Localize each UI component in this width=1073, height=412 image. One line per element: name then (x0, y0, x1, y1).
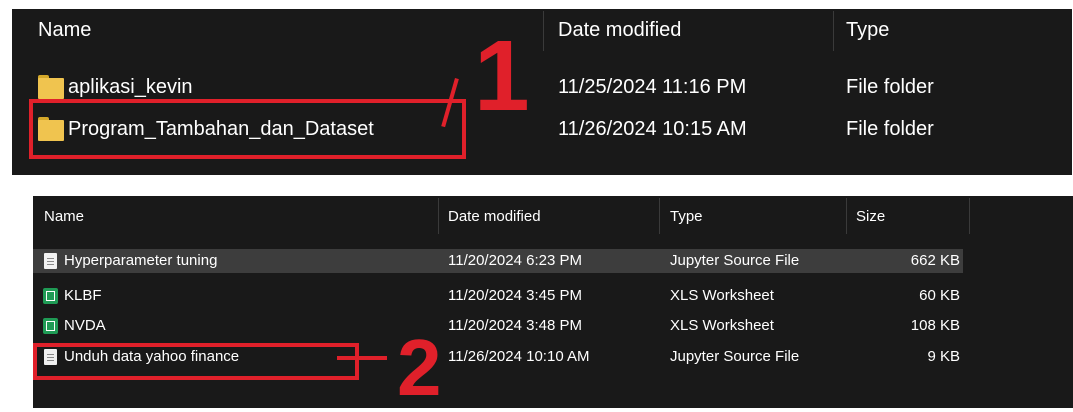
annotation-number-1: 1 (474, 20, 530, 132)
file-date: 11/26/2024 10:15 AM (558, 118, 747, 140)
file-date: 11/20/2024 3:48 PM (448, 317, 582, 334)
file-date: 11/20/2024 6:23 PM (448, 252, 582, 269)
file-size: 60 KB (919, 287, 960, 304)
annotation-box-file (33, 343, 359, 380)
annotation-box-folder (29, 99, 466, 159)
column-header-date[interactable]: Date modified (448, 208, 541, 225)
xls-icon (43, 318, 58, 334)
column-header-name[interactable]: Name (38, 19, 91, 42)
file-icon (44, 253, 57, 269)
list-item[interactable]: KLBF 11/20/2024 3:45 PM XLS Worksheet 60… (33, 284, 963, 308)
file-date: 11/25/2024 11:16 PM (558, 76, 747, 98)
annotation-arrow (337, 356, 387, 360)
list-item[interactable]: Hyperparameter tuning 11/20/2024 6:23 PM… (33, 249, 963, 273)
file-type: File folder (846, 76, 934, 98)
file-size: 108 KB (910, 317, 960, 334)
column-header-date[interactable]: Date modified (558, 19, 681, 42)
file-type: XLS Worksheet (670, 317, 774, 334)
file-name: KLBF (64, 287, 102, 304)
sort-caret-icon: ⌃ (233, 196, 242, 203)
file-date: 11/20/2024 3:45 PM (448, 287, 582, 304)
column-divider[interactable] (846, 198, 847, 234)
column-header-type[interactable]: Type (846, 19, 889, 42)
xls-icon (43, 288, 58, 304)
list-item[interactable]: NVDA 11/20/2024 3:48 PM XLS Worksheet 10… (33, 314, 963, 338)
column-header-size[interactable]: Size (856, 208, 885, 225)
file-name: NVDA (64, 317, 106, 334)
column-divider[interactable] (438, 198, 439, 234)
annotation-number-2: 2 (397, 323, 442, 412)
file-date: 11/26/2024 10:10 AM (448, 348, 590, 365)
file-type: Jupyter Source File (670, 252, 800, 269)
sort-caret-icon: ⌃ (279, 9, 288, 15)
file-type: XLS Worksheet (670, 287, 774, 304)
file-size: 9 KB (927, 348, 960, 365)
column-divider[interactable] (659, 198, 660, 234)
file-name: aplikasi_kevin (68, 76, 193, 98)
folder-icon (38, 75, 64, 99)
column-divider[interactable] (969, 198, 970, 234)
file-type: File folder (846, 118, 934, 140)
column-divider[interactable] (833, 11, 834, 51)
file-name: Hyperparameter tuning (64, 252, 218, 269)
column-header-type[interactable]: Type (670, 208, 703, 225)
column-header-name[interactable]: Name (44, 208, 84, 225)
file-size: 662 KB (910, 252, 960, 269)
column-divider[interactable] (543, 11, 544, 51)
file-type: Jupyter Source File (670, 348, 800, 365)
